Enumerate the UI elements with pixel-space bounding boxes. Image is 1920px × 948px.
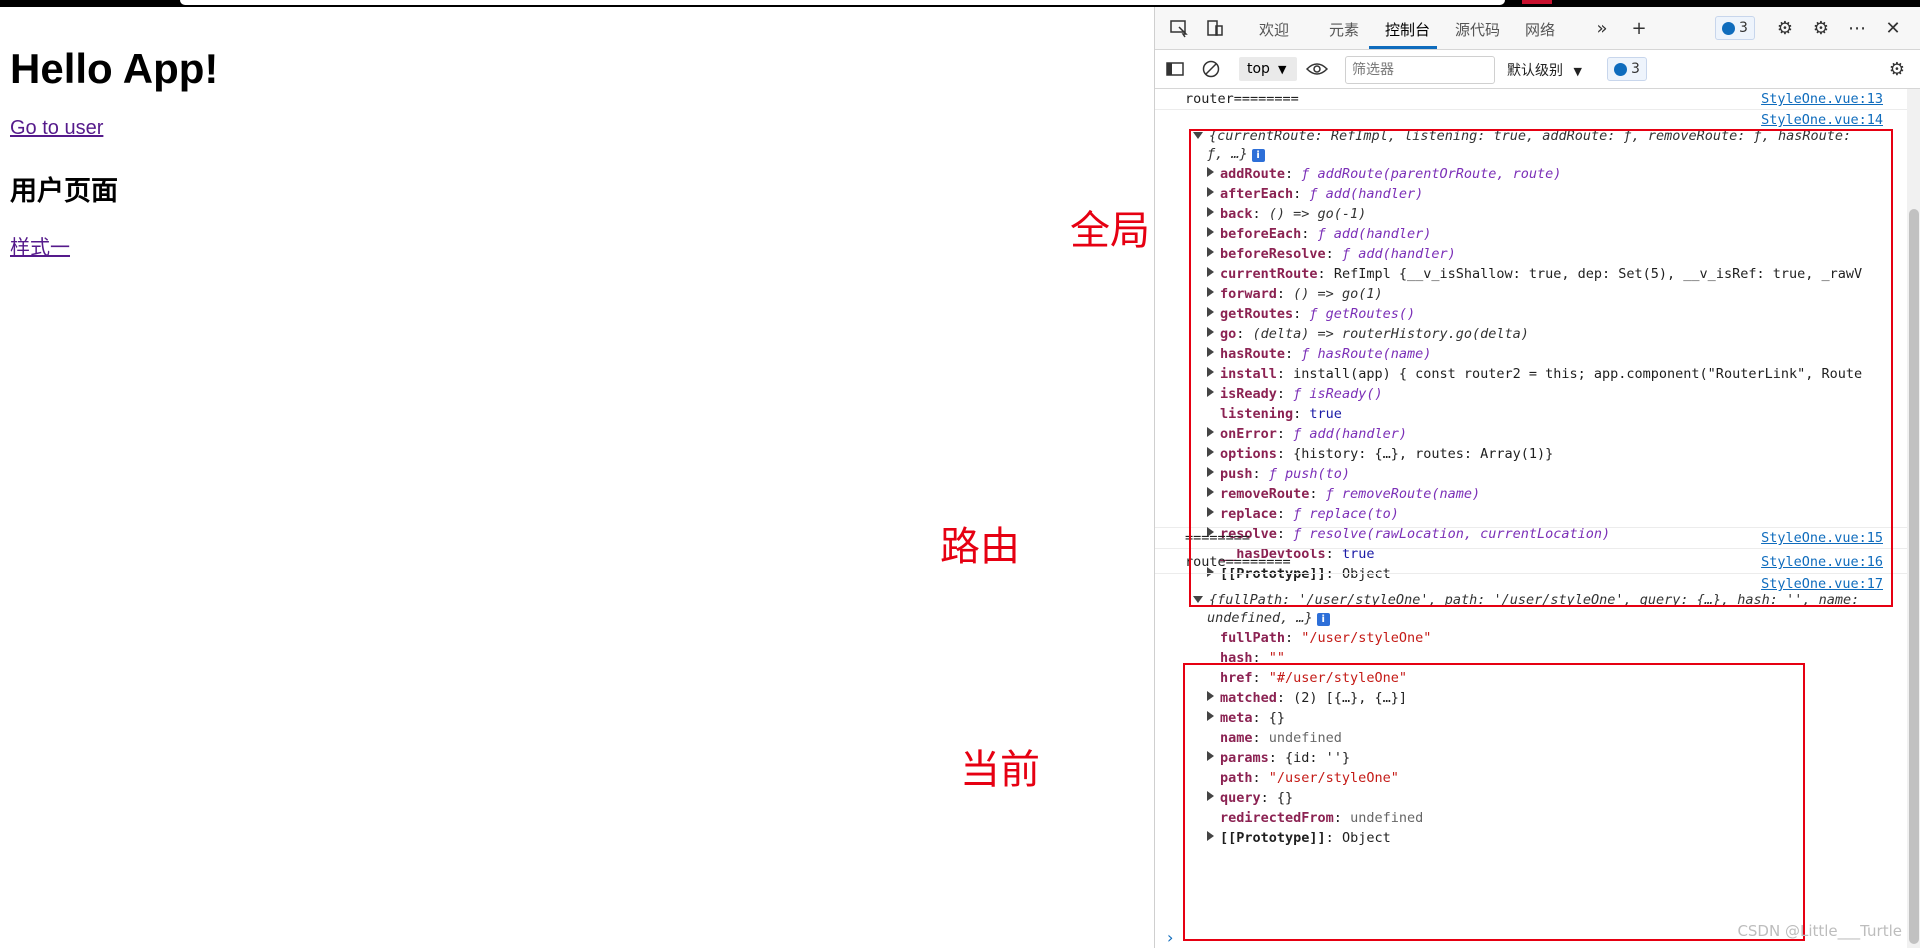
device-toolbar-icon[interactable] [1203,16,1227,40]
info-icon: i [1316,613,1330,626]
browser-indicator [1522,0,1552,4]
property-value: "/user/styleOne" [1301,630,1432,646]
chevron-down-icon: ▼ [1277,62,1287,76]
live-expression-eye-icon[interactable] [1305,57,1329,81]
log-level-select[interactable]: 默认级别 ▼ [1507,60,1582,80]
console-settings-gear-icon[interactable]: ⚙ [1885,57,1909,81]
log-level-value: 默认级别 [1507,63,1563,79]
log-text: router======== [1185,91,1299,107]
route-summary-text-2: undefined, …} [1207,610,1313,626]
annotation-global: 全局 [1070,208,1150,254]
annotation-router: 路由 [940,524,1020,570]
highlight-box-route [1183,663,1805,941]
watermark: CSDN @Little___Turtle [1737,922,1902,940]
customize-icon[interactable]: ⚙ [1809,16,1833,40]
annotation-current: 当前 [960,747,1040,793]
issues-icon [1614,62,1627,76]
property-key: fullPath [1220,630,1286,646]
devtools-tab-bar: 欢迎 元素 控制台 源代码 网络 » + 3 ⚙ ⚙ ⋯ ✕ [1155,7,1920,50]
tab-elements[interactable]: 元素 [1329,19,1359,40]
style-one-link[interactable]: 样式一 [10,231,70,260]
object-property[interactable]: fullPath: "/user/styleOne" [1207,630,1431,646]
browser-top-bar [0,0,1920,7]
web-page: Hello App! Go to user 用户页面 样式一 [0,7,1154,948]
console-toolbar: top ▼ 默认级别 ▼ 3 ⚙ [1155,50,1920,89]
tab-network[interactable]: 网络 [1525,19,1555,40]
address-bar[interactable] [180,0,1505,5]
more-options-icon[interactable]: ⋯ [1845,16,1869,40]
inspect-icon[interactable] [1167,16,1191,40]
add-tab-icon[interactable]: + [1627,16,1651,40]
context-select[interactable]: top ▼ [1239,57,1297,81]
chevron-down-icon: ▼ [1573,65,1582,78]
source-link[interactable]: StyleOne.vue:13 [1761,91,1883,107]
issues-icon [1722,21,1735,35]
context-value: top [1247,61,1270,77]
more-tabs-icon[interactable]: » [1590,16,1614,40]
user-page-heading: 用户页面 [10,176,118,207]
active-tab-indicator [1369,46,1437,49]
issues-badge[interactable]: 3 [1715,16,1755,40]
log-router-label: router======== StyleOne.vue:13 [1155,89,1907,110]
route-summary-cont: undefined, …} i [1207,610,1330,626]
tab-console[interactable]: 控制台 [1385,19,1430,40]
console-prompt-icon[interactable]: › [1167,928,1173,947]
issues-badge-toolbar[interactable]: 3 [1607,57,1647,81]
issues-count-toolbar: 3 [1631,61,1640,77]
sidebar-toggle-icon[interactable] [1163,57,1187,81]
go-to-user-link[interactable]: Go to user [10,117,103,140]
console-scrollbar[interactable] [1907,89,1920,948]
colon: : [1285,630,1302,646]
close-icon[interactable]: ✕ [1881,16,1905,40]
source-link[interactable]: StyleOne.vue:14 [1761,112,1883,128]
highlight-box-router [1189,129,1893,607]
issues-count: 3 [1739,20,1748,36]
page-title: Hello App! [10,45,219,92]
clear-console-icon[interactable] [1199,57,1223,81]
devtools-panel: 欢迎 元素 控制台 源代码 网络 » + 3 ⚙ ⚙ ⋯ ✕ top ▼ 筛选器… [1154,7,1920,948]
tab-welcome[interactable]: 欢迎 [1259,19,1289,40]
tab-sources[interactable]: 源代码 [1455,19,1500,40]
filter-input[interactable] [1345,56,1495,84]
settings-gear-icon[interactable]: ⚙ [1773,16,1797,40]
scrollbar-thumb[interactable] [1909,209,1919,944]
